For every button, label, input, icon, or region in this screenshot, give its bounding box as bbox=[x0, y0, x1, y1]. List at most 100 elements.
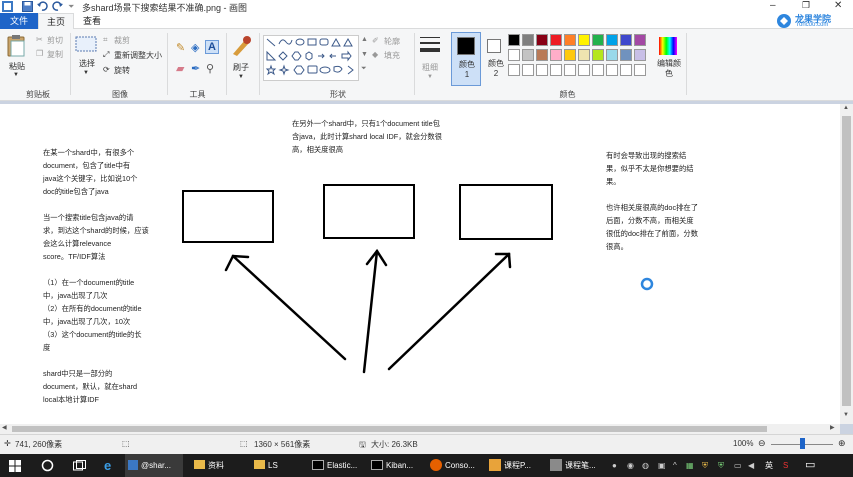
palette-swatch[interactable] bbox=[564, 34, 576, 46]
palette-swatch[interactable] bbox=[634, 64, 646, 76]
taskbar-item-ppt[interactable]: 课程P... bbox=[487, 454, 543, 477]
color2-button[interactable]: 颜色 2 bbox=[483, 32, 509, 86]
palette-swatch[interactable] bbox=[606, 64, 618, 76]
palette-swatch[interactable] bbox=[550, 34, 562, 46]
shapes-scroll-up-icon[interactable]: ▲ bbox=[361, 36, 368, 43]
fill-bucket-icon[interactable]: ◈ bbox=[191, 41, 199, 54]
palette-swatch[interactable] bbox=[522, 49, 534, 61]
palette-swatch[interactable] bbox=[522, 34, 534, 46]
palette-swatch[interactable] bbox=[592, 64, 604, 76]
minimize-icon[interactable]: – bbox=[770, 0, 776, 11]
palette-swatch[interactable] bbox=[536, 64, 548, 76]
tray-network-icon[interactable]: ▦ bbox=[686, 454, 694, 477]
palette-swatch[interactable] bbox=[508, 34, 520, 46]
taskbar-item-folder-2[interactable]: LS bbox=[252, 454, 300, 477]
palette-swatch[interactable] bbox=[634, 34, 646, 46]
tray-sogou-icon[interactable]: S bbox=[783, 454, 788, 477]
size-button[interactable]: 粗细 ▼ bbox=[418, 34, 444, 86]
shapes-scroll-down-icon[interactable]: ▼ bbox=[361, 51, 368, 58]
eraser-icon[interactable]: ▰ bbox=[176, 62, 184, 75]
tray-volume-icon[interactable]: ◀ bbox=[748, 454, 754, 477]
cut-button[interactable]: 剪切 bbox=[47, 35, 63, 46]
brush-dropdown-icon[interactable]: ▼ bbox=[238, 74, 244, 80]
brush-button[interactable]: 刷子 ▼ bbox=[229, 34, 255, 86]
paste-dropdown-icon[interactable]: ▼ bbox=[13, 72, 19, 78]
edit-colors-button[interactable]: 编辑颜色 bbox=[655, 32, 681, 86]
crop-button[interactable]: 裁剪 bbox=[114, 35, 130, 46]
vertical-scroll-thumb[interactable] bbox=[842, 116, 851, 406]
shapes-gallery[interactable] bbox=[263, 35, 359, 81]
copy-button[interactable]: 复制 bbox=[47, 49, 63, 60]
input-method-indicator[interactable]: 英 bbox=[765, 454, 773, 477]
maximize-icon[interactable]: ❐ bbox=[802, 0, 810, 11]
tray-chevron-icon[interactable]: ^ bbox=[673, 454, 677, 477]
tab-view[interactable]: 查看 bbox=[74, 13, 110, 29]
palette-swatch[interactable] bbox=[550, 64, 562, 76]
color1-button[interactable]: 颜色 1 bbox=[451, 32, 481, 86]
palette-swatch[interactable] bbox=[592, 34, 604, 46]
taskbar-item-notes[interactable]: 课程笔... bbox=[548, 454, 604, 477]
palette-swatch[interactable] bbox=[508, 49, 520, 61]
vertical-scrollbar[interactable]: ▲ ▼ bbox=[840, 104, 853, 424]
redo-icon[interactable] bbox=[52, 1, 63, 12]
palette-swatch[interactable] bbox=[564, 64, 576, 76]
tray-shield-icon[interactable]: ⛨ bbox=[702, 454, 708, 477]
taskbar-item-paint[interactable]: @shar... bbox=[125, 454, 183, 477]
horizontal-scroll-thumb[interactable] bbox=[12, 426, 767, 432]
palette-swatch[interactable] bbox=[578, 34, 590, 46]
outline-button[interactable]: 轮廓 bbox=[384, 36, 400, 47]
tab-home[interactable]: 主页 bbox=[38, 13, 74, 29]
palette-swatch[interactable] bbox=[620, 34, 632, 46]
rotate-button[interactable]: 旋转 bbox=[114, 65, 130, 76]
palette-swatch[interactable] bbox=[620, 64, 632, 76]
scroll-up-icon[interactable]: ▲ bbox=[843, 105, 849, 111]
palette-swatch[interactable] bbox=[508, 64, 520, 76]
tray-security-icon[interactable]: ⛨ bbox=[718, 454, 724, 477]
resize-button[interactable]: 重新调整大小 bbox=[114, 50, 162, 61]
taskbar-item-firefox[interactable]: Conso... bbox=[428, 454, 484, 477]
tray-people-icon[interactable]: ◉ bbox=[627, 454, 634, 477]
palette-swatch[interactable] bbox=[578, 49, 590, 61]
palette-swatch[interactable] bbox=[536, 34, 548, 46]
taskbar-item-terminal-1[interactable]: Elastic... bbox=[310, 454, 366, 477]
tray-media-icon[interactable]: ▣ bbox=[658, 454, 666, 477]
horizontal-scrollbar[interactable]: ◀ ▶ bbox=[0, 424, 840, 434]
scroll-left-icon[interactable]: ◀ bbox=[2, 424, 7, 431]
palette-swatch[interactable] bbox=[550, 49, 562, 61]
paste-button[interactable]: 粘贴 ▼ bbox=[6, 34, 32, 84]
zoom-out-icon[interactable]: ⊖ bbox=[758, 438, 766, 449]
scroll-down-icon[interactable]: ▼ bbox=[843, 412, 849, 418]
palette-swatch[interactable] bbox=[606, 49, 618, 61]
tray-app-icon[interactable]: ◍ bbox=[642, 454, 649, 477]
search-circle-icon[interactable] bbox=[41, 459, 54, 472]
drawing-canvas[interactable]: 在某一个shard中，有很多个 document，包含了title中有 java… bbox=[0, 104, 840, 424]
palette-swatch[interactable] bbox=[592, 49, 604, 61]
palette-swatch[interactable] bbox=[578, 64, 590, 76]
palette-swatch[interactable] bbox=[606, 34, 618, 46]
fill-button[interactable]: 填充 bbox=[384, 50, 400, 61]
edge-browser-icon[interactable]: e bbox=[104, 454, 111, 477]
shapes-expand-icon[interactable]: ⏷ bbox=[361, 65, 367, 73]
zoom-in-icon[interactable]: ⊕ bbox=[838, 438, 846, 449]
palette-swatch[interactable] bbox=[522, 64, 534, 76]
select-button[interactable]: 选择 ▼ bbox=[75, 34, 99, 84]
save-icon[interactable] bbox=[22, 1, 33, 12]
windows-start-icon[interactable] bbox=[9, 460, 21, 472]
undo-icon[interactable] bbox=[37, 1, 48, 12]
pencil-icon[interactable]: ✎ bbox=[176, 41, 185, 54]
task-view-icon[interactable] bbox=[73, 460, 86, 472]
palette-swatch[interactable] bbox=[620, 49, 632, 61]
select-dropdown-icon[interactable]: ▼ bbox=[83, 70, 89, 76]
qat-customize-icon[interactable]: ⏷ bbox=[68, 2, 74, 12]
taskbar-item-folder-1[interactable]: 资料 bbox=[192, 454, 240, 477]
palette-swatch[interactable] bbox=[634, 49, 646, 61]
palette-swatch[interactable] bbox=[564, 49, 576, 61]
color-picker-icon[interactable]: ✒ bbox=[191, 62, 200, 75]
size-dropdown-icon[interactable]: ▼ bbox=[427, 74, 433, 80]
tab-file[interactable]: 文件 bbox=[0, 13, 38, 29]
zoom-slider-thumb[interactable] bbox=[800, 438, 805, 449]
action-center-icon[interactable]: ▭ bbox=[805, 454, 815, 477]
magnifier-icon[interactable]: ⚲ bbox=[206, 62, 214, 75]
tray-battery-icon[interactable]: ▭ bbox=[734, 454, 742, 477]
taskbar-item-terminal-2[interactable]: Kiban... bbox=[369, 454, 425, 477]
